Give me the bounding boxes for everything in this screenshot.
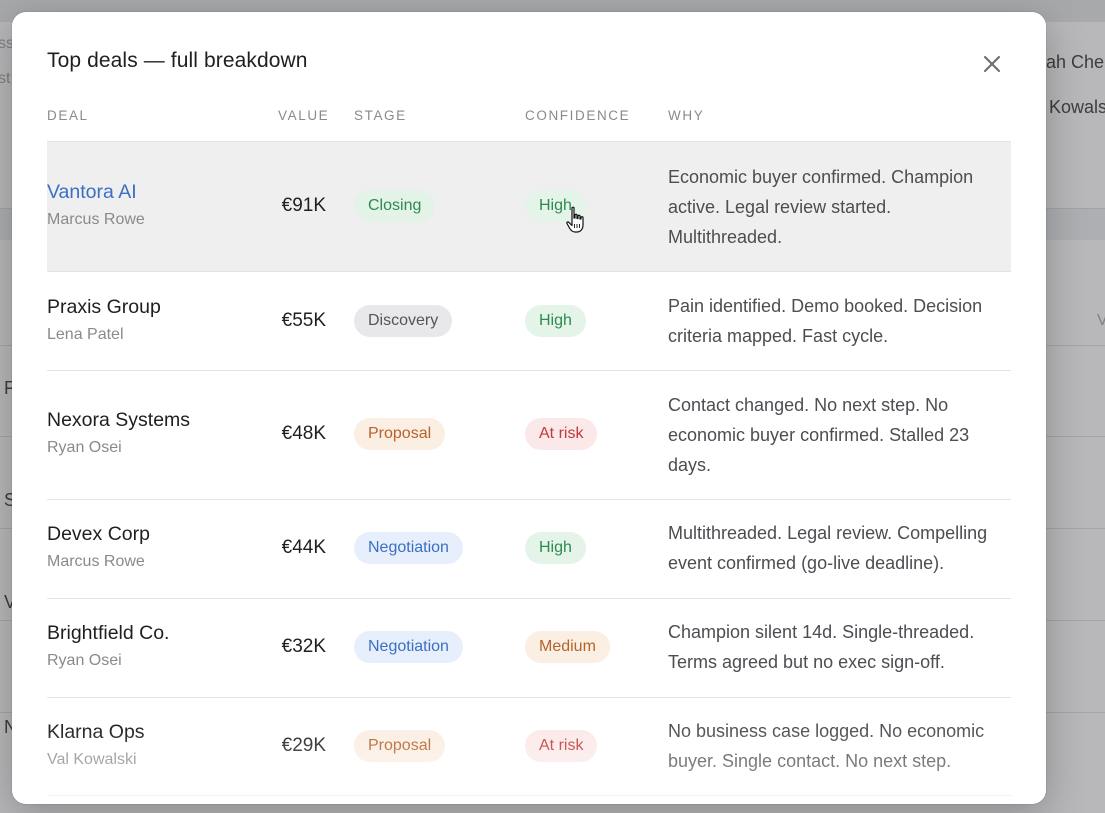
table-row[interactable]: Klarna Ops Val Kowalski €29K Proposal At… [47, 697, 1011, 796]
table-row[interactable]: Vantora AI Marcus Rowe €91K Closing High… [47, 141, 1011, 271]
deal-value: €91K [281, 195, 326, 216]
deal-name[interactable]: Klarna Ops [47, 721, 145, 744]
deal-name[interactable]: Praxis Group [47, 296, 161, 319]
deal-reason: Pain identified. Demo booked. Decision c… [668, 296, 983, 346]
stage-badge: Negotiation [354, 532, 463, 564]
deal-name-link[interactable]: Vantora AI [47, 181, 137, 204]
confidence-badge: At risk [525, 730, 598, 762]
column-header-deal[interactable]: DEAL [47, 108, 89, 123]
deal-owner: Ryan Osei [47, 652, 122, 669]
deal-owner: Marcus Rowe [47, 553, 145, 570]
close-button[interactable] [978, 50, 1006, 78]
close-icon [984, 56, 1000, 72]
deal-owner: Ryan Osei [47, 439, 122, 456]
stage-badge: Discovery [354, 305, 453, 337]
deal-value: €44K [281, 537, 326, 558]
confidence-badge: At risk [525, 418, 598, 450]
deal-reason: Champion silent 14d. Single-threaded. Te… [668, 622, 975, 672]
stage-badge: Proposal [354, 418, 446, 450]
deal-name[interactable]: Devex Corp [47, 523, 150, 546]
table-row[interactable]: Devex Corp Marcus Rowe €44K Negotiation … [47, 499, 1011, 598]
stage-badge: Negotiation [354, 631, 463, 663]
deal-value: €32K [281, 636, 326, 657]
stage-badge: Proposal [354, 730, 446, 762]
stage-badge: Closing [354, 190, 436, 222]
column-header-value[interactable]: VALUE [278, 108, 329, 123]
column-header-confidence[interactable]: CONFIDENCE [525, 108, 630, 123]
deals-table: Vantora AI Marcus Rowe €91K Closing High… [47, 141, 1011, 796]
deal-reason: Economic buyer confirmed. Champion activ… [668, 167, 974, 247]
column-header-why[interactable]: WHY [668, 108, 704, 123]
table-row[interactable]: Praxis Group Lena Patel €55K Discovery H… [47, 271, 1011, 370]
deal-value: €55K [281, 310, 326, 331]
deal-reason: No business case logged. No economic buy… [668, 721, 985, 771]
deal-value: €29K [281, 735, 326, 756]
confidence-badge: High [525, 532, 586, 564]
deal-owner: Marcus Rowe [47, 211, 145, 228]
column-header-stage[interactable]: STAGE [354, 108, 407, 123]
modal-title: Top deals — full breakdown [47, 49, 308, 72]
deal-reason: Multithreaded. Legal review. Compelling … [668, 523, 988, 573]
deal-owner: Val Kowalski [47, 751, 137, 768]
deal-name[interactable]: Brightfield Co. [47, 622, 169, 645]
deal-value: €48K [281, 423, 326, 444]
deal-owner: Lena Patel [47, 326, 124, 343]
top-deals-modal: Top deals — full breakdown DEAL VALUE ST… [12, 12, 1046, 804]
table-row[interactable]: Nexora Systems Ryan Osei €48K Proposal A… [47, 370, 1011, 499]
deal-name[interactable]: Nexora Systems [47, 409, 190, 432]
confidence-badge: High [525, 305, 586, 337]
confidence-badge: High [525, 190, 586, 222]
table-row[interactable]: Brightfield Co. Ryan Osei €32K Negotiati… [47, 598, 1011, 697]
deal-reason: Contact changed. No next step. No econom… [668, 395, 970, 475]
confidence-badge: Medium [525, 631, 610, 663]
